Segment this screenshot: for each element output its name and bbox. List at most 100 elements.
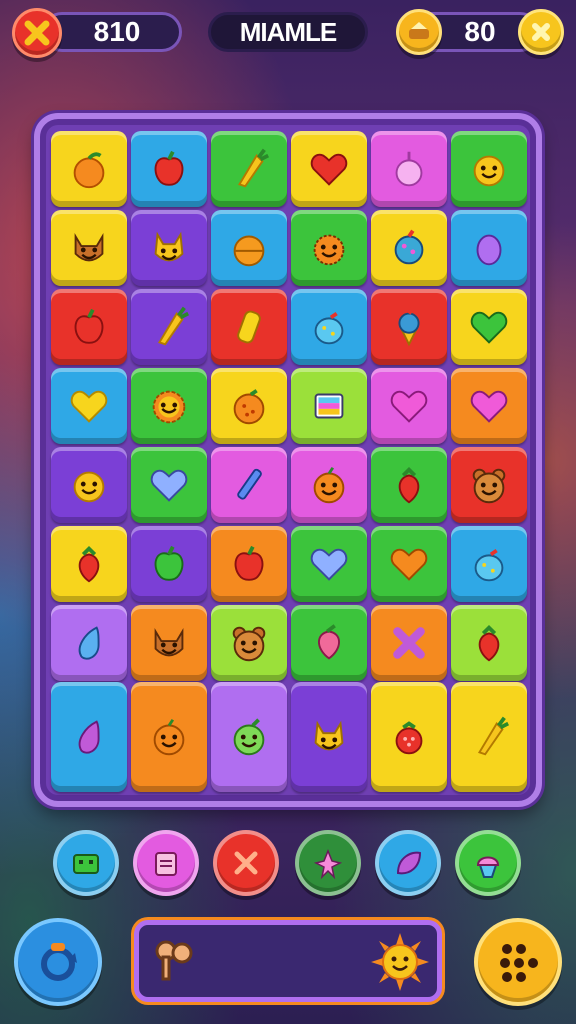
- x-icon: [393, 627, 425, 659]
- strawberry-icon: [478, 624, 500, 662]
- robot-booster-button[interactable]: [53, 830, 119, 896]
- tile-apple-icon[interactable]: [211, 526, 287, 602]
- sun-icon: [152, 390, 186, 424]
- tile-berry-icon[interactable]: [371, 210, 447, 286]
- tile-cat-icon[interactable]: [291, 682, 367, 792]
- raspberry-icon: [395, 721, 423, 755]
- tile-strawberry-icon[interactable]: [51, 526, 127, 602]
- tile-apple-icon[interactable]: [131, 131, 207, 207]
- jar-icon: [474, 548, 504, 582]
- tile-monster-icon[interactable]: [291, 210, 367, 286]
- tile-jar-icon[interactable]: [291, 289, 367, 365]
- fox-icon: [154, 628, 184, 657]
- tile-bear-icon[interactable]: [211, 605, 287, 681]
- carrot-icon: [237, 148, 270, 188]
- tile-berry-pink-icon[interactable]: [291, 605, 367, 681]
- tile-heart-pink-icon[interactable]: [451, 368, 527, 444]
- egg-icon: [476, 234, 502, 266]
- add-coins-button[interactable]: [518, 9, 564, 55]
- tile-peach-icon[interactable]: [51, 131, 127, 207]
- tile-carrot-icon[interactable]: [451, 682, 527, 792]
- leaf-booster-button[interactable]: [375, 830, 441, 896]
- bear-icon: [232, 626, 266, 662]
- tile-pencil-icon[interactable]: [211, 447, 287, 523]
- score-panel: 810: [42, 12, 182, 52]
- tile-orange-icon[interactable]: [211, 210, 287, 286]
- tile-bar-icon[interactable]: [211, 289, 287, 365]
- apple-icon: [154, 150, 184, 186]
- tile-carrot-icon[interactable]: [211, 131, 287, 207]
- tile-heart-blue-icon[interactable]: [131, 447, 207, 523]
- tile-jar-icon[interactable]: [451, 526, 527, 602]
- heart-green-icon: [470, 311, 508, 344]
- tile-heart-orange-icon[interactable]: [371, 526, 447, 602]
- tile-raspberry-icon[interactable]: [371, 682, 447, 792]
- strawberry-icon: [398, 466, 420, 504]
- tile-strawberry-icon[interactable]: [371, 447, 447, 523]
- score-value: 810: [93, 16, 141, 47]
- calendar-booster-button[interactable]: [133, 830, 199, 896]
- heart-blue-icon: [310, 548, 348, 581]
- tile-face-green-icon[interactable]: [211, 682, 287, 792]
- refresh-button[interactable]: [14, 918, 102, 1006]
- menu-button[interactable]: [474, 918, 562, 1006]
- onion-icon: [395, 151, 423, 187]
- tile-heart-icon[interactable]: [291, 131, 367, 207]
- jar-icon: [314, 311, 344, 345]
- game-board: [34, 113, 542, 807]
- tile-apple-green-icon[interactable]: [131, 526, 207, 602]
- sun-icon: [371, 933, 429, 991]
- face-green-icon: [233, 718, 265, 756]
- calendar-icon: [155, 852, 177, 876]
- cat-icon: [154, 231, 184, 262]
- progress-panel: [134, 920, 442, 1002]
- tile-x-icon[interactable]: [371, 605, 447, 681]
- tile-apple-icon[interactable]: [51, 289, 127, 365]
- tile-sun-icon[interactable]: [131, 368, 207, 444]
- tile-carrot-icon[interactable]: [131, 289, 207, 365]
- tile-face-orange-icon[interactable]: [131, 682, 207, 792]
- tile-strawberry-icon[interactable]: [451, 605, 527, 681]
- leaf-icon: [396, 851, 422, 875]
- tile-heart-pink-icon[interactable]: [371, 368, 447, 444]
- tile-drop-purple-icon[interactable]: [51, 682, 127, 792]
- close-button[interactable]: [12, 8, 62, 58]
- drop-blue-icon: [78, 626, 100, 660]
- tile-orange-dots-icon[interactable]: [211, 368, 287, 444]
- tile-bear-icon[interactable]: [451, 447, 527, 523]
- title-panel: MIAMLE: [208, 12, 368, 52]
- x-icon: [24, 20, 50, 46]
- tile-heart-yellow-icon[interactable]: [51, 368, 127, 444]
- tile-onion-icon[interactable]: [371, 131, 447, 207]
- tile-box-icon[interactable]: [291, 368, 367, 444]
- cupcake-icon: [476, 856, 500, 878]
- coins-value: 80: [464, 16, 496, 47]
- tile-egg-icon[interactable]: [451, 210, 527, 286]
- tile-face-orange-icon[interactable]: [291, 447, 367, 523]
- tile-cat-icon[interactable]: [131, 210, 207, 286]
- strawberry-icon: [78, 545, 100, 583]
- face-icon: [473, 155, 505, 187]
- tile-icecream-icon[interactable]: [371, 289, 447, 365]
- tile-face-icon[interactable]: [51, 447, 127, 523]
- icecream-icon: [398, 306, 420, 347]
- top-hud: 810 MIAMLE 80: [0, 0, 576, 70]
- refresh-icon: [41, 943, 77, 981]
- face-orange-icon: [313, 466, 345, 504]
- plus-icon: [532, 23, 550, 41]
- carrot-icon: [157, 306, 190, 346]
- tile-fox-icon[interactable]: [131, 605, 207, 681]
- x-icon: [234, 851, 258, 875]
- x-booster-button[interactable]: [213, 830, 279, 896]
- orange-icon: [233, 235, 265, 267]
- tile-fox-icon[interactable]: [51, 210, 127, 286]
- pencil-icon: [237, 468, 262, 500]
- tile-heart-blue-icon[interactable]: [291, 526, 367, 602]
- tile-face-icon[interactable]: [451, 131, 527, 207]
- tile-drop-blue-icon[interactable]: [51, 605, 127, 681]
- face-icon: [73, 471, 105, 503]
- fox-icon: [74, 233, 104, 262]
- star-booster-button[interactable]: [295, 830, 361, 896]
- tile-heart-green-icon[interactable]: [451, 289, 527, 365]
- cupcake-booster-button[interactable]: [455, 830, 521, 896]
